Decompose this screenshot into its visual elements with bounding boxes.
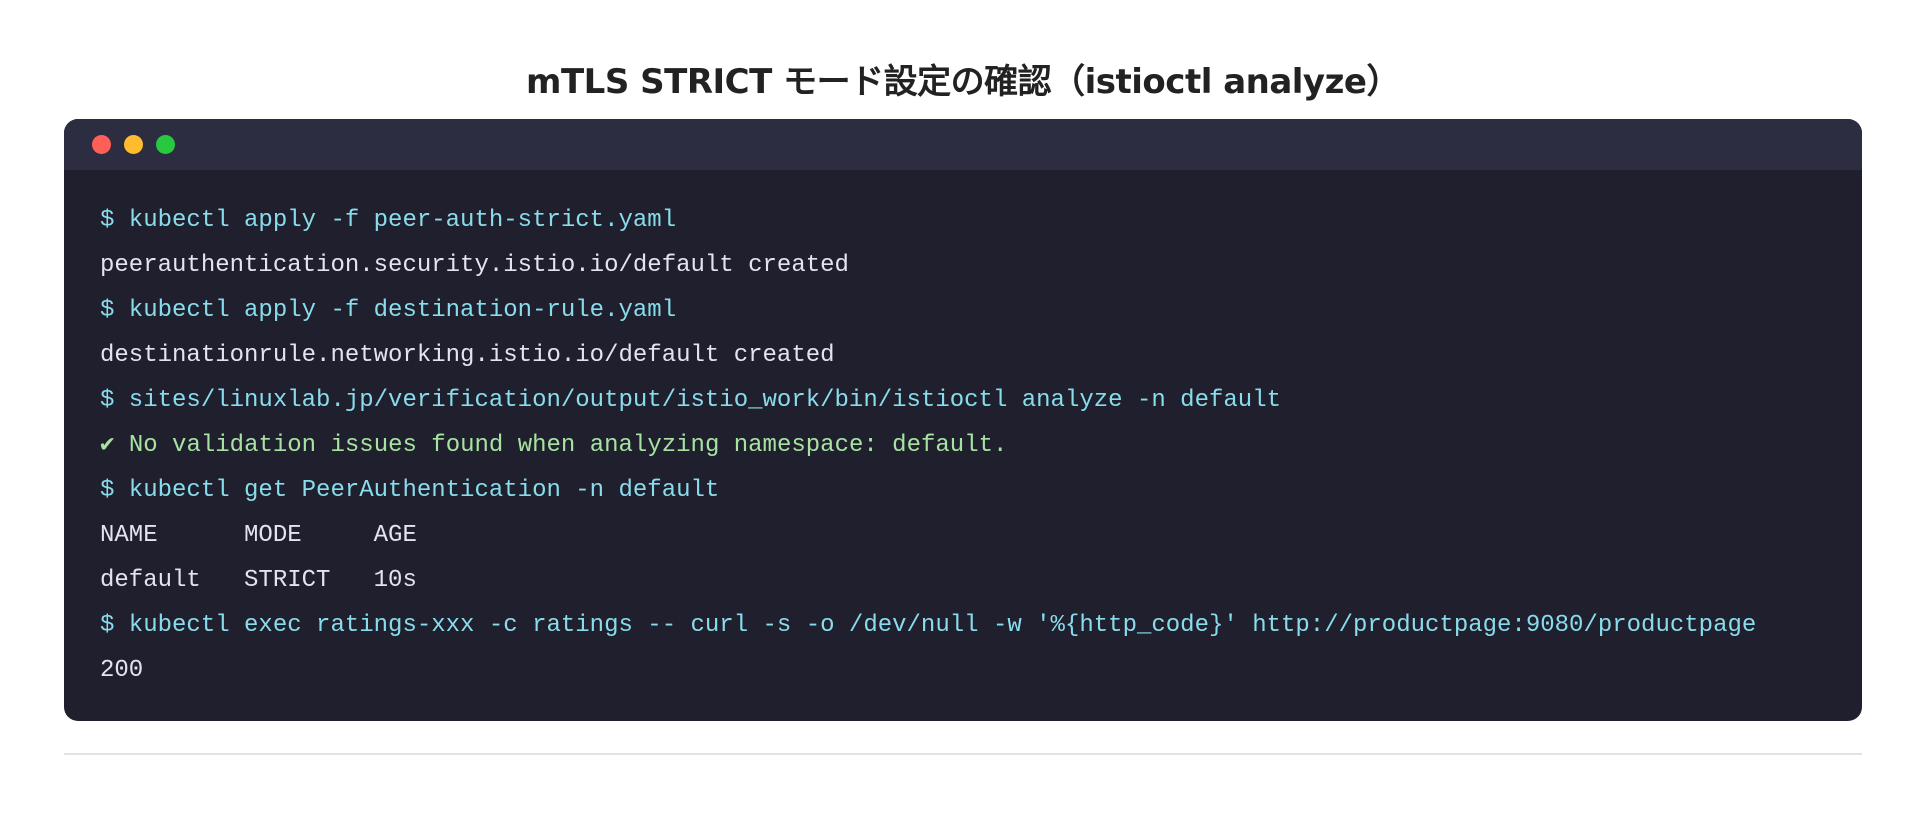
terminal-line-command: $ kubectl apply -f peer-auth-strict.yaml xyxy=(100,207,677,234)
terminal-title-bar xyxy=(64,119,1862,170)
page-title: mTLS STRICT モード設定の確認（istioctl analyze） xyxy=(526,62,1400,102)
terminal-line-output: 200 xyxy=(100,657,144,684)
terminal-line-output: default STRICT 10s xyxy=(100,567,417,594)
terminal-line-command: $ kubectl exec ratings-xxx -c ratings --… xyxy=(100,612,1757,639)
section-divider xyxy=(64,753,1862,755)
close-dot-icon[interactable] xyxy=(92,135,111,154)
terminal-line-output: peerauthentication.security.istio.io/def… xyxy=(100,252,849,279)
terminal-line-output: destinationrule.networking.istio.io/defa… xyxy=(100,342,835,369)
terminal-line-command: $ kubectl apply -f destination-rule.yaml xyxy=(100,297,677,324)
maximize-dot-icon[interactable] xyxy=(156,135,175,154)
terminal-line-output: NAME MODE AGE xyxy=(100,522,417,549)
terminal-line-command: $ kubectl get PeerAuthentication -n defa… xyxy=(100,477,720,504)
terminal-line-command: $ sites/linuxlab.jp/verification/output/… xyxy=(100,387,1281,414)
terminal-line-success: ✔ No validation issues found when analyz… xyxy=(100,432,1008,459)
minimize-dot-icon[interactable] xyxy=(124,135,143,154)
